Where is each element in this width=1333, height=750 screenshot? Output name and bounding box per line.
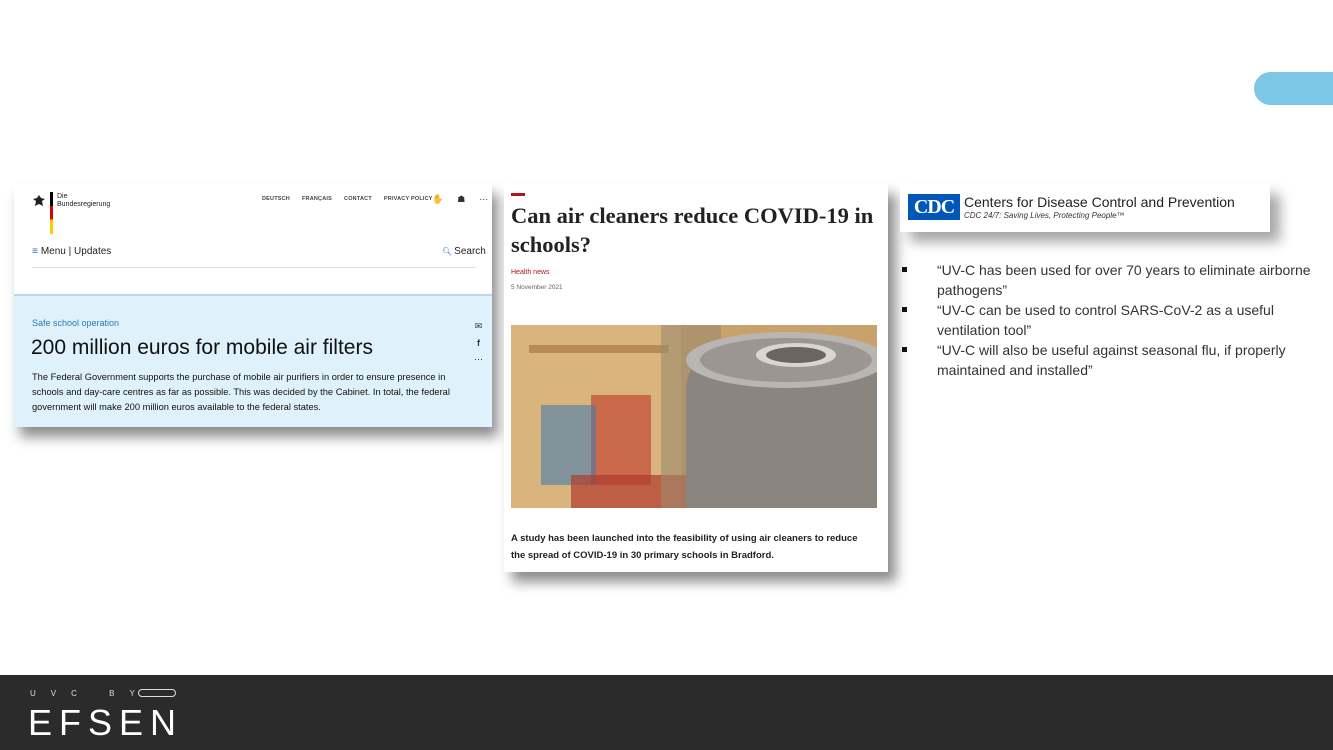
- nav-deutsch[interactable]: DEUTSCH: [262, 196, 290, 202]
- nav-contact[interactable]: CONTACT: [344, 196, 372, 202]
- easy-language-icon[interactable]: ☗: [457, 194, 465, 205]
- search-button[interactable]: 🔍︎ Search: [442, 246, 486, 257]
- bullet-square-icon: [902, 267, 907, 272]
- quote-text: “UV-C can be used to control SARS-CoV-2 …: [937, 302, 1274, 338]
- federal-eagle-icon: [33, 195, 45, 206]
- article-date: 5 November 2021: [511, 284, 563, 291]
- search-label: Search: [454, 246, 486, 257]
- quote-list: “UV-C has been used for over 70 years to…: [900, 260, 1330, 380]
- share-bar: ✉ f ⋯: [474, 321, 483, 365]
- article-panel: Safe school operation 200 million euros …: [14, 294, 492, 427]
- mail-icon[interactable]: ✉: [475, 321, 483, 332]
- nav-francais[interactable]: FRANÇAIS: [302, 196, 332, 202]
- updates-link[interactable]: Updates: [74, 246, 111, 257]
- footer-logo: EFSEN: [28, 702, 184, 743]
- menu-bar[interactable]: ≡ Menu | Updates: [32, 246, 111, 257]
- bullet-square-icon: [902, 347, 907, 352]
- divider: [32, 267, 476, 268]
- accent-pill: [1254, 72, 1333, 105]
- more-share-icon[interactable]: ⋯: [474, 354, 483, 365]
- cdc-tagline: CDC 24/7: Saving Lives, Protecting Peopl…: [964, 211, 1125, 220]
- section-marker: [511, 193, 525, 196]
- footer: UVC BY EFSEN: [0, 675, 1333, 750]
- quote-item: “UV-C can be used to control SARS-CoV-2 …: [900, 300, 1330, 340]
- sign-language-icon[interactable]: ✋: [432, 194, 443, 205]
- quote-item: “UV-C has been used for over 70 years to…: [900, 260, 1330, 300]
- cdc-banner: CDC Centers for Disease Control and Prev…: [900, 184, 1270, 232]
- facebook-icon[interactable]: f: [477, 338, 480, 348]
- article-lede: A study has been launched into the feasi…: [511, 533, 858, 561]
- bundesregierung-screenshot: Die Bundesregierung DEUTSCH FRANÇAIS CON…: [14, 184, 492, 427]
- footer-tagline: UVC BY: [30, 689, 150, 698]
- quote-item: “UV-C will also be useful against season…: [900, 340, 1330, 380]
- flag-stripe: [50, 192, 53, 234]
- more-icon[interactable]: ⋯: [479, 194, 488, 205]
- hamburger-icon[interactable]: ≡: [32, 246, 38, 257]
- air-purifier-illustration: [511, 325, 877, 508]
- bullet-square-icon: [902, 307, 907, 312]
- news-article-screenshot: Can air cleaners reduce COVID-19 in scho…: [504, 184, 888, 572]
- nav-icons: ✋ ☗ ⋯: [432, 194, 488, 205]
- brand-name: Die Bundesregierung: [57, 193, 111, 208]
- article-headline: Can air cleaners reduce COVID-19 in scho…: [511, 203, 874, 257]
- article-category[interactable]: Health news: [511, 269, 550, 276]
- article-kicker[interactable]: Safe school operation: [32, 318, 119, 328]
- nav-privacy[interactable]: PRIVACY POLICY: [384, 196, 433, 202]
- search-icon: 🔍︎: [442, 247, 453, 256]
- article-body: The Federal Government supports the purc…: [32, 372, 450, 412]
- air-purifier-photo: [511, 325, 877, 508]
- cdc-logo: CDC: [908, 194, 960, 220]
- quote-text: “UV-C has been used for over 70 years to…: [937, 262, 1311, 298]
- cdc-name: Centers for Disease Control and Preventi…: [964, 194, 1235, 210]
- quote-text: “UV-C will also be useful against season…: [937, 342, 1286, 378]
- footer-outline-shape: [138, 689, 176, 697]
- article-title: 200 million euros for mobile air filters: [31, 336, 373, 359]
- menu-label[interactable]: Menu: [41, 246, 66, 257]
- top-nav: DEUTSCH FRANÇAIS CONTACT PRIVACY POLICY: [262, 196, 433, 202]
